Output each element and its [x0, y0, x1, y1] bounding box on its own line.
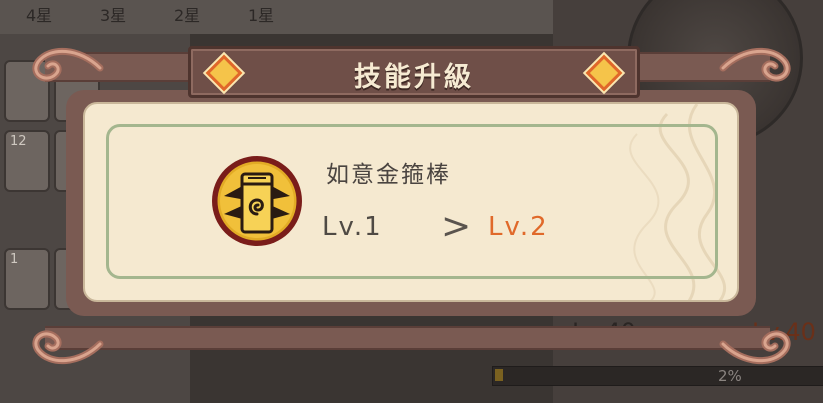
swirl-ornament-icon [32, 330, 104, 365]
swirl-ornament-icon [719, 47, 791, 82]
swirl-ornament-icon [719, 330, 791, 365]
swirl-ornament-icon [32, 47, 104, 82]
level-arrow-icon: > [441, 206, 472, 247]
title-banner: 技能升級 [188, 46, 640, 98]
tab-4-star: 4星 [26, 6, 53, 25]
bg-progress-fill [495, 369, 503, 381]
card-number: 1 [10, 252, 19, 267]
dialog-title: 技能升級 [354, 62, 474, 93]
skill-info-frame [106, 124, 718, 279]
tab-2-star: 2星 [174, 6, 201, 25]
tab-3-star: 3星 [100, 6, 127, 25]
next-level: Lv.2 [488, 212, 549, 242]
current-level: Lv.1 [322, 212, 383, 242]
character-card: 1 [4, 248, 50, 310]
card-number: 12 [10, 134, 27, 149]
golden-cudgel-icon [212, 156, 302, 246]
bottom-ribbon [45, 326, 770, 350]
skill-name: 如意金箍棒 [326, 162, 451, 188]
star-filter-bar: 4星 3星 2星 1星 [0, 0, 560, 34]
character-card: 12 [4, 130, 50, 192]
tab-1-star: 1星 [248, 6, 275, 25]
